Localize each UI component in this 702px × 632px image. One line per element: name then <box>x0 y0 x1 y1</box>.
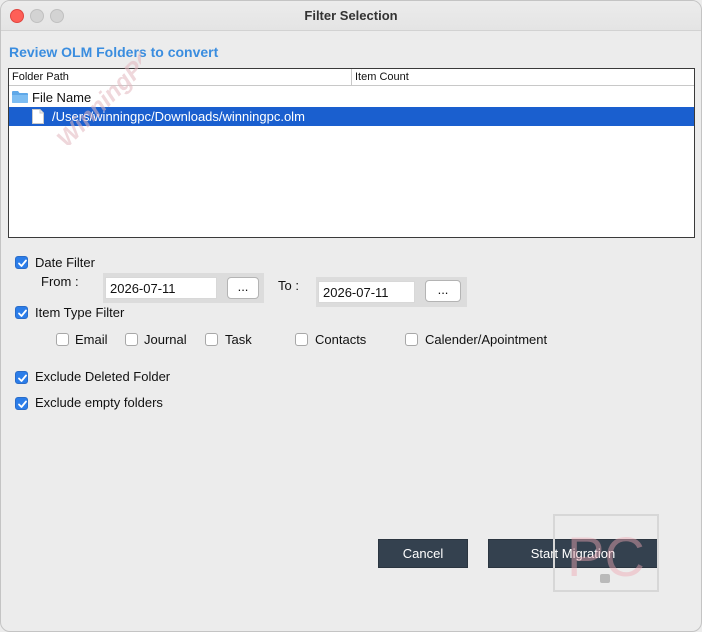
contacts-checkbox[interactable] <box>295 333 308 346</box>
svg-text:WinningPC: WinningPC <box>52 43 141 145</box>
to-date-panel: 2026-07-11 ... <box>316 277 467 307</box>
calendar-appointment-checkbox[interactable] <box>405 333 418 346</box>
to-date-field[interactable]: 2026-07-11 <box>318 281 415 303</box>
item-type-filter-checkbox[interactable] <box>15 306 28 319</box>
task-checkbox[interactable] <box>205 333 218 346</box>
filter-selection-window: Filter Selection Review OLM Folders to c… <box>0 0 702 632</box>
item-type-filter-label: Item Type Filter <box>35 305 125 320</box>
exclude-empty-label: Exclude empty folders <box>35 395 163 410</box>
calendar-appointment-label: Calender/Apointment <box>425 332 548 347</box>
from-label: From : <box>41 274 79 289</box>
checkmark-icon <box>18 374 27 382</box>
cancel-button[interactable]: Cancel <box>378 539 468 568</box>
exclude-deleted-checkbox[interactable] <box>15 371 28 384</box>
date-filter-label: Date Filter <box>35 255 95 270</box>
email-label: Email <box>75 332 108 347</box>
date-filter-checkbox[interactable] <box>15 256 28 269</box>
exclude-deleted-label: Exclude Deleted Folder <box>35 369 171 384</box>
to-date-picker-button[interactable]: ... <box>425 280 461 302</box>
checkmark-icon <box>18 309 27 317</box>
exclude-empty-checkbox[interactable] <box>15 397 28 410</box>
watermark-text-logo: WinningPC <box>52 43 141 145</box>
email-checkbox[interactable] <box>56 333 69 346</box>
from-date-field[interactable]: 2026-07-11 <box>105 277 217 299</box>
to-label: To : <box>278 278 299 293</box>
contacts-label: Contacts <box>315 332 367 347</box>
task-label: Task <box>225 332 252 347</box>
column-item-count[interactable]: Item Count <box>351 69 409 85</box>
from-date-picker-button[interactable]: ... <box>227 277 259 299</box>
from-date-panel: 2026-07-11 ... <box>103 273 264 303</box>
checkmark-icon <box>18 259 27 267</box>
journal-label: Journal <box>144 332 187 347</box>
journal-checkbox[interactable] <box>125 333 138 346</box>
checkmark-icon <box>18 400 27 408</box>
watermark-logo: PC <box>553 514 659 592</box>
